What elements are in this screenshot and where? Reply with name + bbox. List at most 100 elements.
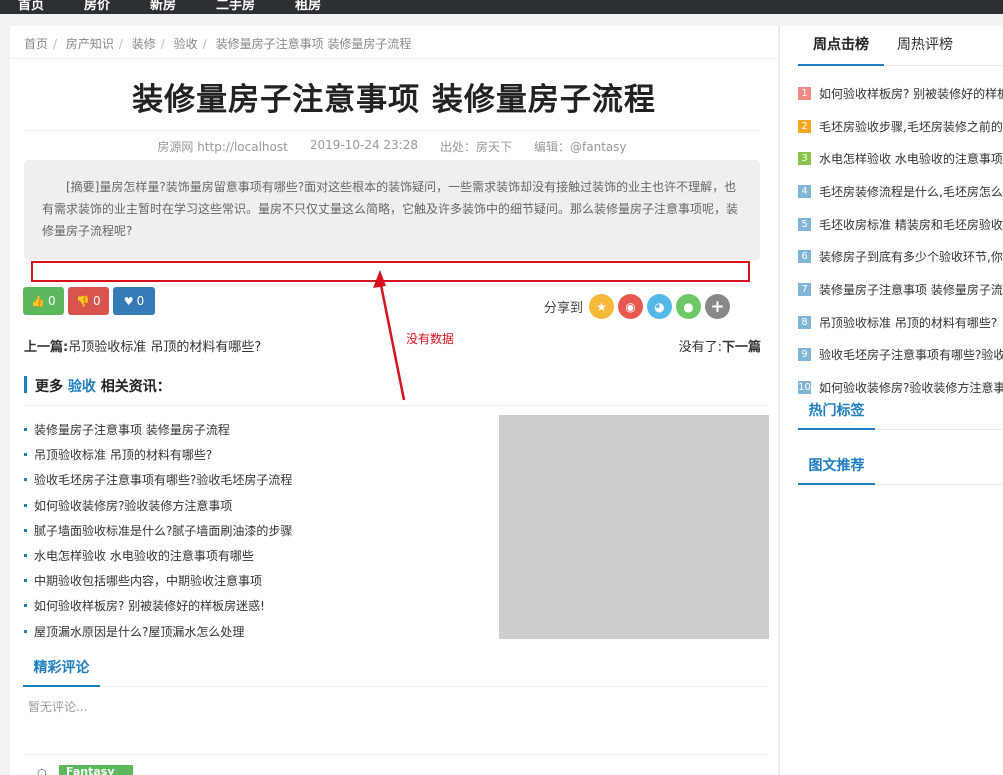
top-nav-item[interactable]: 二手房 [216, 0, 255, 13]
hot-list-item[interactable]: 1 如何验收样板房? 别被装修好的样板房迷惑! [798, 77, 1003, 110]
related-image-placeholder[interactable] [499, 415, 769, 639]
hot-list-title[interactable]: 装修房子到底有多少个验收环节,你知道吗 [819, 248, 1003, 265]
breadcrumb-separator: / [53, 37, 58, 51]
hot-list-title[interactable]: 毛坯房装修流程是什么,毛坯房怎么验收 [819, 183, 1003, 200]
qzone-icon[interactable]: ★ [589, 294, 615, 319]
top-nav-item[interactable]: 租房 [295, 0, 321, 13]
hot-list-item[interactable]: 2 毛坯房验收步骤,毛坯房装修之前的注意事项 [798, 110, 1003, 143]
rank-badge: 10 [798, 381, 811, 395]
favorite-button[interactable]: ♥ 0 [113, 287, 155, 315]
hot-list-item[interactable]: 6 装修房子到底有多少个验收环节,你知道吗 [798, 240, 1003, 273]
rank-badge: 2 [798, 119, 811, 133]
thumbs-down-icon: 👎 [76, 294, 91, 308]
rank-badge: 7 [798, 282, 811, 296]
next-label[interactable]: 下一篇 [722, 340, 761, 355]
bullet-icon [24, 604, 27, 608]
list-item-title[interactable]: 吊顶验收标准 吊顶的材料有哪些? [34, 446, 212, 463]
comments-heading: 精彩评论 [23, 657, 769, 687]
like-count: 0 [48, 294, 56, 308]
article-meta: 房源网 http://localhost 2019-10-24 23:28 出处… [24, 130, 760, 160]
tab-weekly-comments[interactable]: 周热评榜 [897, 36, 953, 66]
top-nav-item[interactable]: 首页 [18, 0, 44, 13]
image-recommend-title: 图文推荐 [798, 455, 875, 485]
tab-weekly-clicks[interactable]: 周点击榜 [798, 36, 884, 66]
article-title: 装修量房子注意事项 装修量房子流程 [132, 82, 656, 118]
heading-suffix: 相关资讯： [100, 379, 171, 395]
dislike-button[interactable]: 👎 0 [68, 287, 109, 315]
list-item[interactable]: 如何验收装修房?验收装修方注意事项 [24, 493, 494, 518]
list-item-title[interactable]: 装修量房子注意事项 装修量房子流程 [34, 421, 230, 438]
hot-list-item[interactable]: 8 吊顶验收标准 吊顶的材料有哪些? [798, 306, 1003, 339]
hot-list-item[interactable]: 7 装修量房子注意事项 装修量房子流程 [798, 273, 1003, 306]
share-bar: 分享到 ★ ◉ ◕ ● + [544, 294, 731, 319]
hot-list-title[interactable]: 验收毛坯房子注意事项有哪些?验收毛坯房子流程 [819, 346, 1003, 363]
hot-list-title[interactable]: 如何验收装修房?验收装修方注意事项 [819, 379, 1003, 396]
heading-keyword[interactable]: 验收 [68, 379, 96, 395]
top-nav-item[interactable]: 新房 [150, 0, 176, 13]
bullet-icon [24, 478, 27, 482]
breadcrumb-home[interactable]: 首页 [24, 37, 48, 51]
author-badge: Fantasy [59, 765, 133, 775]
sidebar-tabs: 周点击榜 周热评榜 [798, 36, 1003, 66]
bullet-icon [24, 428, 27, 432]
meta-datetime: 2019-10-24 23:28 [309, 138, 418, 152]
hot-list-item[interactable]: 9 验收毛坯房子注意事项有哪些?验收毛坯房子流程 [798, 339, 1003, 372]
share-label: 分享到 [544, 301, 584, 316]
top-nav-item[interactable]: 房价 [84, 0, 110, 13]
rank-badge: 5 [798, 217, 811, 231]
list-item[interactable]: 腻子墙面验收标准是什么?腻子墙面刷油漆的步骤 [24, 518, 494, 543]
more-icon[interactable]: + [705, 294, 731, 319]
hot-tags-section: 热门标签 [798, 400, 1003, 430]
comments-empty: 暂无评论... [28, 700, 88, 714]
prev-article[interactable]: 上一篇:吊顶验收标准 吊顶的材料有哪些? [24, 336, 261, 355]
list-item[interactable]: 验收毛坯房子注意事项有哪些?验收毛坯房子流程 [24, 467, 494, 492]
hot-list-title[interactable]: 吊顶验收标准 吊顶的材料有哪些? [819, 314, 997, 331]
prev-title[interactable]: 吊顶验收标准 吊顶的材料有哪些? [68, 340, 261, 355]
list-item[interactable]: 如何验收样板房? 别被装修好的样板房迷惑! [24, 593, 494, 618]
hot-list-title[interactable]: 毛坯房验收步骤,毛坯房装修之前的注意事项 [819, 118, 1003, 135]
breadcrumb-decoration[interactable]: 装修 [132, 37, 156, 51]
list-item-title[interactable]: 如何验收样板房? 别被装修好的样板房迷惑! [34, 597, 265, 614]
dislike-count: 0 [93, 294, 101, 308]
list-item-title[interactable]: 腻子墙面验收标准是什么?腻子墙面刷油漆的步骤 [34, 522, 292, 539]
rank-badge: 8 [798, 315, 811, 329]
hot-list-title[interactable]: 水电怎样验收 水电验收的注意事项有哪些 [819, 150, 1003, 167]
list-item-title[interactable]: 屋顶漏水原因是什么?屋顶漏水怎么处理 [34, 623, 244, 640]
list-item-title[interactable]: 验收毛坯房子注意事项有哪些?验收毛坯房子流程 [34, 471, 292, 488]
list-item[interactable]: 屋顶漏水原因是什么?屋顶漏水怎么处理 [24, 619, 494, 644]
wechat-icon[interactable]: ● [676, 294, 702, 319]
rank-badge: 1 [798, 86, 811, 100]
bullet-icon [24, 453, 27, 457]
hot-list-title[interactable]: 如何验收样板房? 别被装修好的样板房迷惑! [819, 85, 1003, 102]
comments-title: 精彩评论 [23, 657, 100, 687]
list-item-title[interactable]: 水电怎样验收 水电验收的注意事项有哪些 [34, 547, 254, 564]
breadcrumb-knowledge[interactable]: 房产知识 [66, 37, 114, 51]
meta-source[interactable]: 房源网 http://localhost [157, 138, 287, 160]
hot-list-title[interactable]: 毛坯收房标准 精装房和毛坯房验收区别 [819, 216, 1003, 233]
like-button[interactable]: 👍 0 [23, 287, 64, 315]
breadcrumb-inspection[interactable]: 验收 [174, 37, 198, 51]
weibo-icon[interactable]: ◉ [618, 294, 644, 319]
hot-list: 1 如何验收样板房? 别被装修好的样板房迷惑! 2 毛坯房验收步骤,毛坯房装修之前的注… [798, 77, 1003, 404]
hot-list-item[interactable]: 4 毛坯房装修流程是什么,毛坯房怎么验收 [798, 175, 1003, 208]
rank-badge: 3 [798, 152, 811, 166]
list-item[interactable]: 水电怎样验收 水电验收的注意事项有哪些 [24, 543, 494, 568]
tqq-icon[interactable]: ◕ [647, 294, 673, 319]
list-item[interactable]: 吊顶验收标准 吊顶的材料有哪些? [24, 442, 494, 467]
hot-list-title[interactable]: 装修量房子注意事项 装修量房子流程 [819, 281, 1003, 298]
top-nav: 首页 房价 新房 二手房 租房 [18, 0, 321, 13]
meta-editor: 编辑：@fantasy [534, 140, 627, 154]
list-item-title[interactable]: 中期验收包括哪些内容，中期验收注意事项 [34, 572, 262, 589]
bullet-icon [24, 579, 27, 583]
list-item[interactable]: 中期验收包括哪些内容，中期验收注意事项 [24, 568, 494, 593]
prev-label: 上一篇: [24, 340, 69, 355]
hot-list-item[interactable]: 5 毛坯收房标准 精装房和毛坯房验收区别 [798, 208, 1003, 241]
bullet-icon [24, 629, 27, 633]
list-item[interactable]: 装修量房子注意事项 装修量房子流程 [24, 417, 494, 442]
list-item-title[interactable]: 如何验收装修房?验收装修方注意事项 [34, 497, 232, 514]
bullet-icon [24, 503, 27, 507]
hot-list-item[interactable]: 3 水电怎样验收 水电验收的注意事项有哪些 [798, 142, 1003, 175]
hot-list-item[interactable]: 10 如何验收装修房?验收装修方注意事项 [798, 371, 1003, 404]
meta-from: 出处：房天下 [439, 140, 512, 154]
heading-prefix: 更多 [35, 379, 63, 395]
